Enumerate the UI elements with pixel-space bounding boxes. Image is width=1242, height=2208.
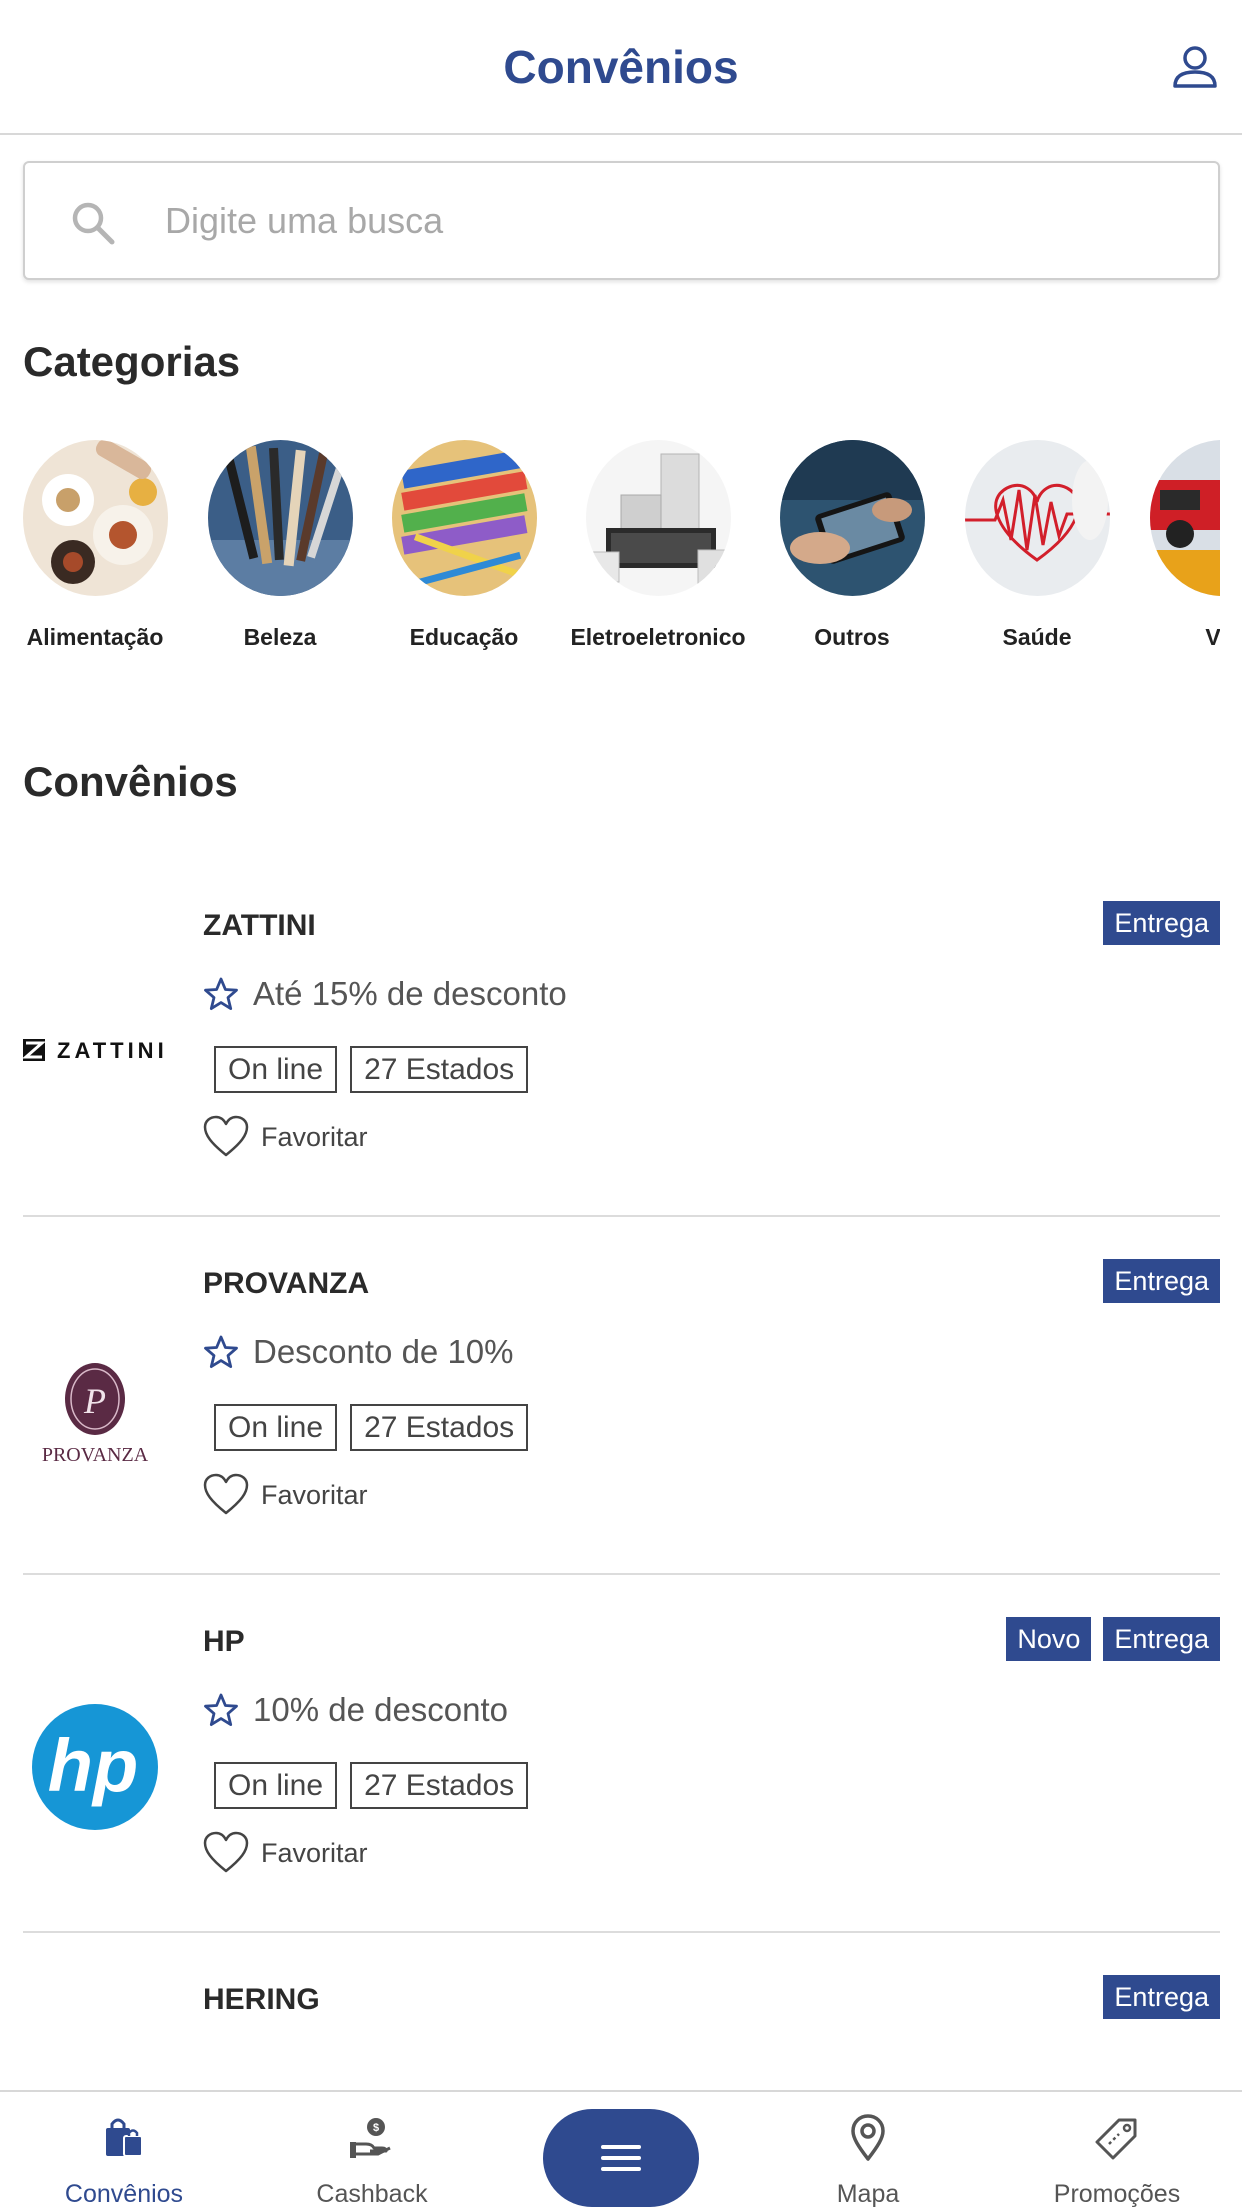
convenio-card[interactable]: hp HP Novo Entrega 10% de desconto On li… [23,1575,1220,1933]
nav-cashback[interactable]: $ Cashback [272,2092,472,2208]
delivery-badge: Entrega [1103,901,1220,945]
heart-icon [203,1115,249,1157]
badge-group: Novo Entrega [1006,1617,1220,1661]
category-label: Saúde [1002,624,1072,650]
delivery-badge: Entrega [1103,1617,1220,1661]
category-eletroeletronico[interactable]: Eletroeletronico [558,440,758,651]
categories-carousel[interactable]: Alimentação Beleza Educação Eletroeletro… [0,440,1220,660]
map-pin-icon [851,2114,885,2161]
badge-group: Entrega [1103,901,1220,945]
tag-states: 27 Estados [350,1762,529,1809]
discount-text: 10% de desconto [253,1691,509,1728]
nav-label: Mapa [836,2180,900,2208]
nav-label: Convênios [64,2180,184,2208]
discount-info: Até 15% de desconto [203,975,567,1013]
favorite-label: Favoritar [261,1837,368,1868]
tag-group: On line 27 Estados [214,1404,529,1451]
svg-text:$: $ [373,2122,379,2134]
bottom-navigation: Convênios $ Cashback Mapa Promoções [0,2090,1242,2208]
convenio-name: ZATTINI [203,909,316,942]
convenio-name: HP [203,1625,245,1658]
nav-convenios[interactable]: Convênios [24,2092,224,2208]
category-image [585,440,731,596]
favorite-button[interactable]: Favoritar [203,1831,368,1875]
discount-info: Desconto de 10% [203,1333,514,1371]
zattini-logo: ZATTINI [22,979,168,1124]
heart-icon [203,1473,249,1515]
category-label: Alimentação [26,624,164,650]
categories-title: Categorias [23,338,241,385]
price-tag-icon [1095,2118,1137,2160]
svg-text:ZATTINI: ZATTINI [57,1038,168,1063]
heart-icon [203,1831,249,1873]
provanza-logo: P PROVANZA [23,1337,168,1482]
discount-info: 10% de desconto [203,1691,508,1729]
category-label: Eletroeletronico [570,624,746,650]
search-icon [72,202,115,245]
category-label: Beleza [243,624,317,650]
svg-text:PROVANZA: PROVANZA [42,1444,149,1466]
tag-group: On line 27 Estados [214,1762,529,1809]
discount-text: Até 15% de desconto [253,975,567,1012]
category-image [22,440,168,596]
category-label: Educação [409,624,519,650]
category-image [207,440,353,596]
convenio-name: HERING [203,1983,320,2016]
convenios-title: Convênios [23,758,238,805]
svg-text:P: P [83,1381,106,1421]
main-menu-button[interactable] [543,2109,699,2207]
category-label: Veí [1205,624,1220,650]
favorite-label: Favoritar [261,1479,368,1510]
nav-mapa[interactable]: Mapa [768,2092,968,2208]
tag-online: On line [214,1404,338,1451]
favorite-button[interactable]: Favoritar [203,1115,368,1159]
new-badge: Novo [1006,1617,1092,1661]
nav-label: Promoções [1053,2180,1181,2208]
category-image [964,440,1110,596]
discount-text: Desconto de 10% [253,1333,514,1370]
tag-online: On line [214,1762,338,1809]
favorite-button[interactable]: Favoritar [203,1473,368,1517]
convenio-name: PROVANZA [203,1267,370,1300]
category-image [391,440,537,596]
menu-icon [601,2145,641,2171]
tag-group: On line 27 Estados [214,1046,529,1093]
category-saude[interactable]: Saúde [937,440,1137,651]
convenio-card[interactable]: P PROVANZA PROVANZA Entrega Desconto de … [23,1217,1220,1575]
shopping-bags-icon [106,2118,143,2157]
hand-coin-icon: $ [350,2118,391,2158]
hp-logo: hp [23,1695,168,1840]
category-educacao[interactable]: Educação [364,440,564,651]
delivery-badge: Entrega [1103,1975,1220,2019]
category-outros[interactable]: Outros [752,440,952,651]
category-image [779,440,925,596]
star-icon [204,1693,238,1726]
convenio-card[interactable]: ZATTINI ZATTINI Entrega Até 15% de desco… [22,859,1220,1217]
favorite-label: Favoritar [261,1121,368,1152]
category-image [1149,440,1220,596]
page-title: Convênios [503,41,739,93]
badge-group: Entrega [1103,1975,1220,2019]
star-icon [204,1335,238,1368]
app-header: Convênios [0,0,1242,135]
delivery-badge: Entrega [1103,1259,1220,1303]
user-profile-icon[interactable] [1170,42,1220,92]
search-input[interactable] [165,185,1165,257]
nav-promocoes[interactable]: Promoções [1017,2092,1217,2208]
tag-states: 27 Estados [350,1046,529,1093]
svg-text:hp: hp [48,1724,138,1807]
category-alimentacao[interactable]: Alimentação [0,440,195,651]
tag-states: 27 Estados [350,1404,529,1451]
search-box[interactable] [23,161,1220,280]
category-label: Outros [814,624,890,650]
tag-online: On line [214,1046,338,1093]
convenio-card[interactable]: HERING Entrega [23,1933,1220,2090]
category-veiculos[interactable]: Veí [1122,440,1220,651]
star-icon [204,977,238,1010]
nav-label: Cashback [316,2180,428,2208]
category-beleza[interactable]: Beleza [180,440,380,651]
badge-group: Entrega [1103,1259,1220,1303]
